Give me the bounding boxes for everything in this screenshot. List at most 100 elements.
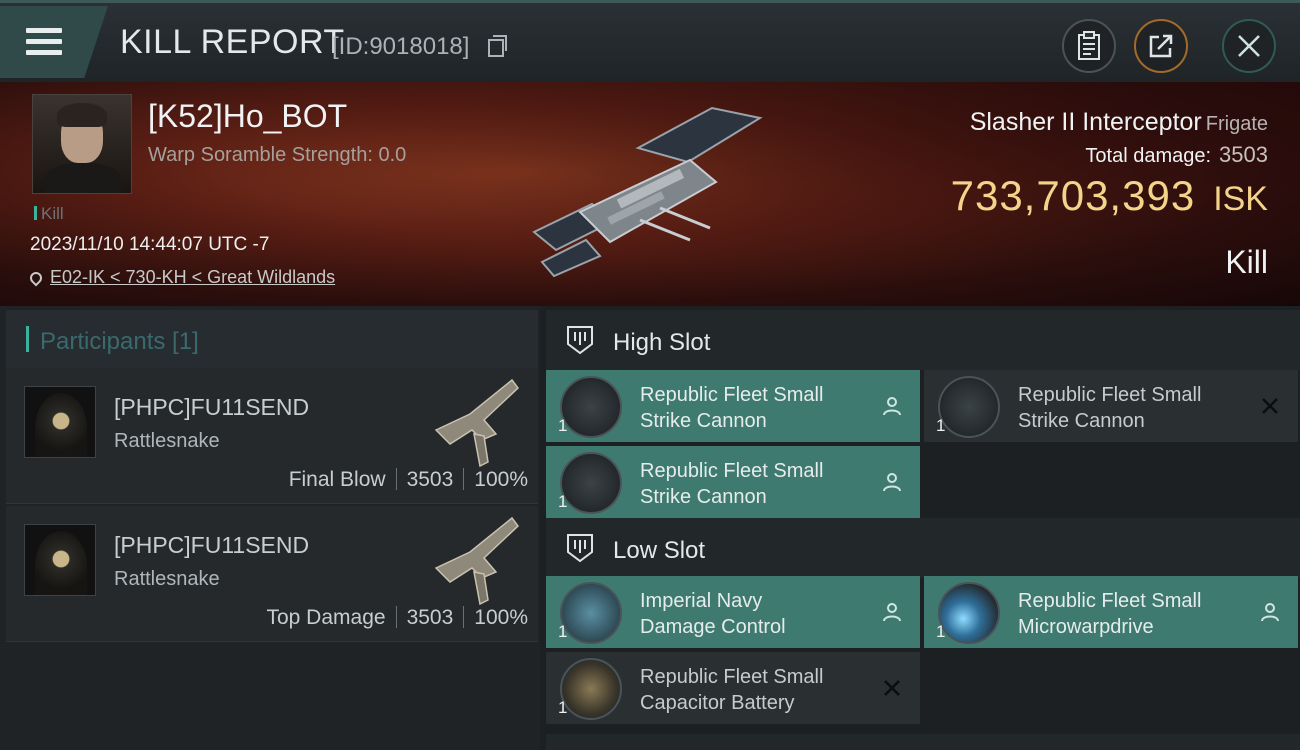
share-button[interactable] — [1134, 19, 1188, 73]
destroyed-x-icon — [884, 680, 900, 696]
module-slot[interactable]: 1 Imperial Navy Damage Control — [546, 576, 920, 648]
isk-amount: 733,703,393 — [950, 172, 1196, 219]
top-bar: KILL REPORT [ID:9018018] — [0, 0, 1300, 82]
total-damage-value: 3503 — [1219, 142, 1268, 167]
victim-ship-name: Slasher II Interceptor Frigate — [970, 108, 1268, 137]
kill-location: E02-IK < 730-KH < Great Wildlands — [50, 267, 336, 287]
cannon-icon — [560, 452, 622, 514]
kill-location-link[interactable]: E02-IK < 730-KH < Great Wildlands — [27, 267, 336, 288]
location-pin-icon — [27, 269, 45, 287]
high-slot-header: High Slot — [546, 310, 1300, 370]
victim-ship-image — [532, 106, 763, 278]
module-slot[interactable]: 1 Republic Fleet Small Strike Cannon — [546, 446, 920, 518]
isk-unit: ISK — [1213, 180, 1268, 218]
fitted-person-icon — [883, 473, 901, 492]
module-slot[interactable]: 1 Republic Fleet Small Strike Cannon — [924, 370, 1298, 442]
module-slot[interactable]: 1 Republic Fleet Small Microwarpdrive — [924, 576, 1298, 648]
module-quantity: 1 — [558, 416, 568, 435]
next-slot-header — [546, 734, 1300, 750]
module-quantity: 1 — [936, 416, 946, 435]
participant-ship-image — [434, 516, 520, 606]
menu-button[interactable] — [0, 6, 108, 78]
participant-stats: Final Blow 3503 100% — [289, 468, 528, 492]
module-quantity: 1 — [558, 698, 568, 717]
clipboard-icon — [1078, 31, 1100, 60]
participant-damage: 3503 — [406, 468, 454, 491]
page-title: KILL REPORT — [120, 23, 345, 61]
result-label: Kill — [1225, 244, 1268, 280]
ship-class: Frigate — [1205, 113, 1268, 135]
participants-panel: Participants [1] [PHPC]FU11SEND Rattlesn… — [0, 306, 540, 750]
low-slot-icon — [567, 534, 593, 563]
victim-header: [K52]Ho_BOT Warp Soramble Strength: 0.0 … — [0, 82, 1300, 306]
module-name-line1: Republic Fleet Small — [640, 460, 824, 482]
participant-role: Final Blow — [288, 468, 386, 491]
fitted-person-icon — [883, 397, 901, 416]
participant-ship: Rattlesnake — [114, 430, 220, 452]
high-slot-icon — [567, 326, 593, 355]
participant-percent: 100% — [474, 468, 528, 491]
kill-tag: Kill — [34, 204, 64, 224]
participants-label: Participants [1] — [40, 328, 199, 355]
module-name-line1: Republic Fleet Small — [1018, 590, 1202, 612]
participant-avatar — [24, 386, 96, 458]
participant-damage: 3503 — [406, 606, 454, 629]
module-slot[interactable]: 1 Republic Fleet Small Capacitor Battery — [546, 652, 920, 724]
menu-icon — [26, 28, 62, 56]
participant-percent: 100% — [474, 606, 528, 629]
participant-ship-image — [434, 378, 520, 468]
isk-value: 733,703,393 ISK — [951, 172, 1268, 220]
close-icon — [1238, 35, 1260, 57]
module-name-line1: Imperial Navy — [640, 590, 763, 612]
clipboard-button[interactable] — [1062, 19, 1116, 73]
kill-datetime: 2023/11/10 14:44:07 UTC -7 — [30, 234, 270, 255]
module-name: Republic Fleet Small Capacitor Battery — [640, 664, 870, 716]
fitted-person-icon — [1261, 603, 1279, 622]
module-quantity: 1 — [558, 492, 568, 511]
victim-name[interactable]: [K52]Ho_BOT — [148, 98, 347, 135]
module-name-line2: Strike Cannon — [640, 486, 767, 508]
participant-stats: Top Damage 3503 100% — [266, 606, 528, 630]
ship-type[interactable]: Slasher II Interceptor — [970, 108, 1202, 136]
participant-role: Top Damage — [266, 606, 386, 629]
participant-ship: Rattlesnake — [114, 568, 220, 590]
module-name-line2: Strike Cannon — [640, 410, 767, 432]
close-button[interactable] — [1222, 19, 1276, 73]
participant-card[interactable]: [PHPC]FU11SEND Rattlesnake Final Blow 350… — [6, 368, 538, 504]
module-name: Republic Fleet Small Microwarpdrive — [1018, 588, 1248, 640]
module-name: Imperial Navy Damage Control — [640, 588, 870, 640]
module-name-line2: Damage Control — [640, 616, 786, 638]
total-damage-label: Total damage: — [1085, 145, 1212, 167]
copy-icon[interactable] — [488, 35, 507, 57]
module-quantity: 1 — [936, 622, 946, 641]
module-name-line1: Republic Fleet Small — [1018, 384, 1202, 406]
participant-card[interactable]: [PHPC]FU11SEND Rattlesnake Top Damage 350… — [6, 506, 538, 642]
fitted-person-icon — [883, 603, 901, 622]
low-slot-label: Low Slot — [613, 537, 706, 564]
victim-portrait[interactable] — [32, 94, 132, 194]
high-slot-label: High Slot — [613, 329, 711, 356]
participant-name: [PHPC]FU11SEND — [114, 394, 310, 420]
warp-scramble-strength: Warp Soramble Strength: 0.0 — [148, 144, 407, 166]
module-name-line1: Republic Fleet Small — [640, 666, 824, 688]
module-slot[interactable]: 1 Republic Fleet Small Strike Cannon — [546, 370, 920, 442]
capacitor-battery-icon — [560, 658, 622, 720]
module-name-line1: Republic Fleet Small — [640, 384, 824, 406]
participants-header[interactable]: Participants [1] — [6, 310, 538, 368]
microwarpdrive-icon — [938, 582, 1000, 644]
module-name-line2: Strike Cannon — [1018, 410, 1145, 432]
module-name-line2: Capacitor Battery — [640, 692, 795, 714]
participant-name: [PHPC]FU11SEND — [114, 532, 310, 558]
cannon-icon — [560, 376, 622, 438]
share-icon — [1149, 34, 1173, 58]
destroyed-x-icon — [1262, 398, 1278, 414]
module-name-line2: Microwarpdrive — [1018, 616, 1154, 638]
module-name: Republic Fleet Small Strike Cannon — [1018, 382, 1248, 434]
cannon-icon — [938, 376, 1000, 438]
report-id: [ID:9018018] — [332, 33, 470, 60]
module-name: Republic Fleet Small Strike Cannon — [640, 458, 870, 510]
damage-control-icon — [560, 582, 622, 644]
total-damage: Total damage: 3503 — [1085, 142, 1268, 168]
low-slot-header: Low Slot — [546, 518, 1300, 578]
participant-avatar — [24, 524, 96, 596]
